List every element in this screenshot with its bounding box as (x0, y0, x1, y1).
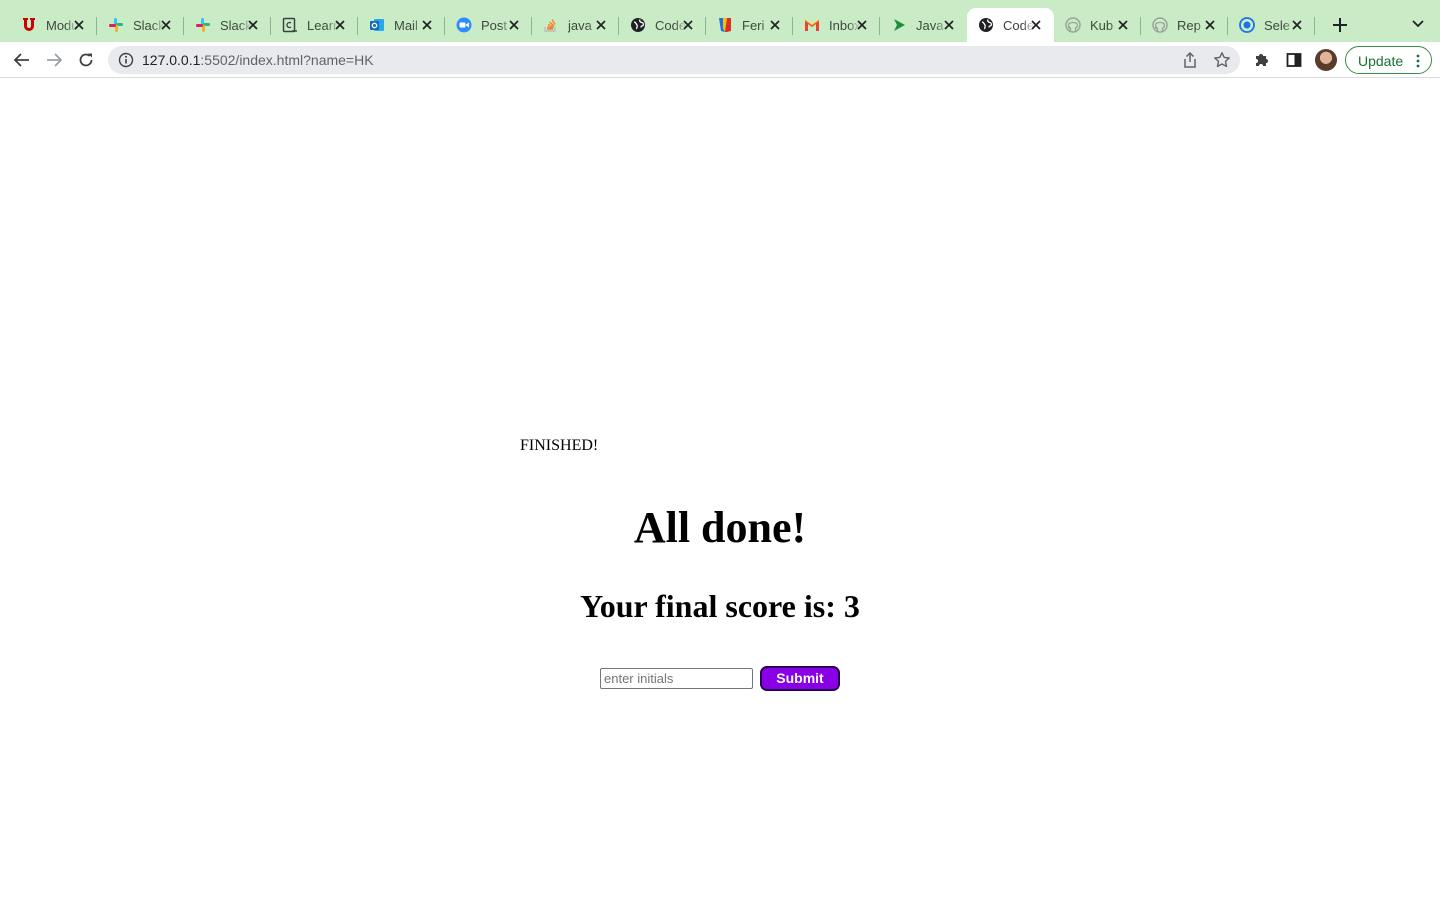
bookmark-star-icon[interactable] (1213, 51, 1231, 69)
back-button[interactable] (10, 48, 34, 72)
extensions-button[interactable] (1250, 48, 1274, 72)
info-icon[interactable] (118, 52, 134, 68)
close-tab-icon[interactable] (680, 17, 696, 33)
reload-icon (79, 53, 93, 67)
initials-input[interactable] (600, 668, 753, 689)
forward-arrow-icon (47, 53, 62, 67)
slack-icon (195, 17, 211, 33)
close-tab-icon[interactable] (941, 17, 957, 33)
browser-tab[interactable]: Sele (1228, 8, 1315, 42)
url-text[interactable]: 127.0.0.1:5502/index.html?name=HK (142, 52, 374, 68)
close-tab-icon[interactable] (767, 17, 783, 33)
browser-tab[interactable]: Slack (184, 8, 271, 42)
close-tab-icon[interactable] (71, 17, 87, 33)
final-score: Your final score is: 3 (580, 588, 860, 624)
forward-button[interactable] (42, 48, 66, 72)
page-content: FINISHED! All done! Your final score is:… (0, 79, 1440, 900)
new-tab-button[interactable] (1329, 14, 1351, 36)
feri-icon (717, 17, 733, 33)
back-arrow-icon (14, 53, 29, 67)
chevron-down-icon (1412, 20, 1424, 28)
browser-tab[interactable]: Code (967, 8, 1054, 42)
browser-tab[interactable]: Inbox (793, 8, 880, 42)
browser-toolbar: 127.0.0.1:5502/index.html?name=HK Update (0, 42, 1440, 78)
browser-tab[interactable]: java (532, 8, 619, 42)
reload-button[interactable] (74, 48, 98, 72)
share-icon[interactable] (1181, 51, 1199, 69)
close-tab-icon[interactable] (158, 17, 174, 33)
github-icon (1065, 17, 1081, 33)
zoom-icon (456, 17, 472, 33)
puzzle-icon (1256, 54, 1268, 66)
close-tab-icon[interactable] (854, 17, 870, 33)
profile-avatar[interactable] (1315, 49, 1337, 71)
close-tab-icon[interactable] (1115, 17, 1131, 33)
gmail-icon (804, 17, 820, 33)
browser-tab[interactable]: Rep (1141, 8, 1228, 42)
slack-icon (108, 17, 124, 33)
side-panel-button[interactable] (1282, 48, 1306, 72)
address-bar[interactable]: 127.0.0.1:5502/index.html?name=HK (108, 46, 1240, 74)
close-tab-icon[interactable] (245, 17, 261, 33)
utah-u-icon (21, 17, 37, 33)
browser-tab[interactable]: Kub (1054, 8, 1141, 42)
globe-icon (978, 17, 994, 33)
browser-tab[interactable]: Modules (10, 8, 97, 42)
close-tab-icon[interactable] (332, 17, 348, 33)
url-path: :5502/index.html?name=HK (200, 52, 374, 68)
update-button[interactable]: Update (1345, 46, 1432, 74)
github-icon (1152, 17, 1168, 33)
close-tab-icon[interactable] (419, 17, 435, 33)
page-title: All done! (633, 503, 807, 552)
browser-tab[interactable]: Mail (358, 8, 445, 42)
browser-tab[interactable]: Code (619, 8, 706, 42)
close-tab-icon[interactable] (1289, 17, 1305, 33)
stackoverflow-icon (543, 17, 559, 33)
tab-search-button[interactable] (1408, 14, 1428, 34)
tab-divider (1314, 17, 1315, 35)
submit-button[interactable]: Submit (760, 666, 840, 691)
side-panel-icon (1286, 53, 1302, 67)
close-tab-icon[interactable] (593, 17, 609, 33)
plus-icon (1333, 18, 1347, 32)
selenium-icon (1239, 17, 1255, 33)
learn-icon (282, 17, 298, 33)
close-tab-icon[interactable] (1028, 17, 1044, 33)
status-text: FINISHED! (520, 437, 599, 454)
url-host: 127.0.0.1 (142, 52, 201, 68)
browser-tab[interactable]: Slack (97, 8, 184, 42)
browser-tab[interactable]: Learn (271, 8, 358, 42)
globe-icon (630, 17, 646, 33)
browser-tab[interactable]: Post (445, 8, 532, 42)
update-label: Update (1358, 53, 1404, 69)
outlook-icon (369, 17, 385, 33)
close-tab-icon[interactable] (1202, 17, 1218, 33)
close-tab-icon[interactable] (506, 17, 522, 33)
browser-tab[interactable]: Java (880, 8, 967, 42)
tab-strip: ModulesSlackSlackLearnMailPostjavaCodeFe… (0, 0, 1440, 42)
play-icon (891, 17, 907, 33)
kebab-menu-icon[interactable] (1416, 54, 1420, 68)
browser-tab[interactable]: Feri (706, 8, 793, 42)
